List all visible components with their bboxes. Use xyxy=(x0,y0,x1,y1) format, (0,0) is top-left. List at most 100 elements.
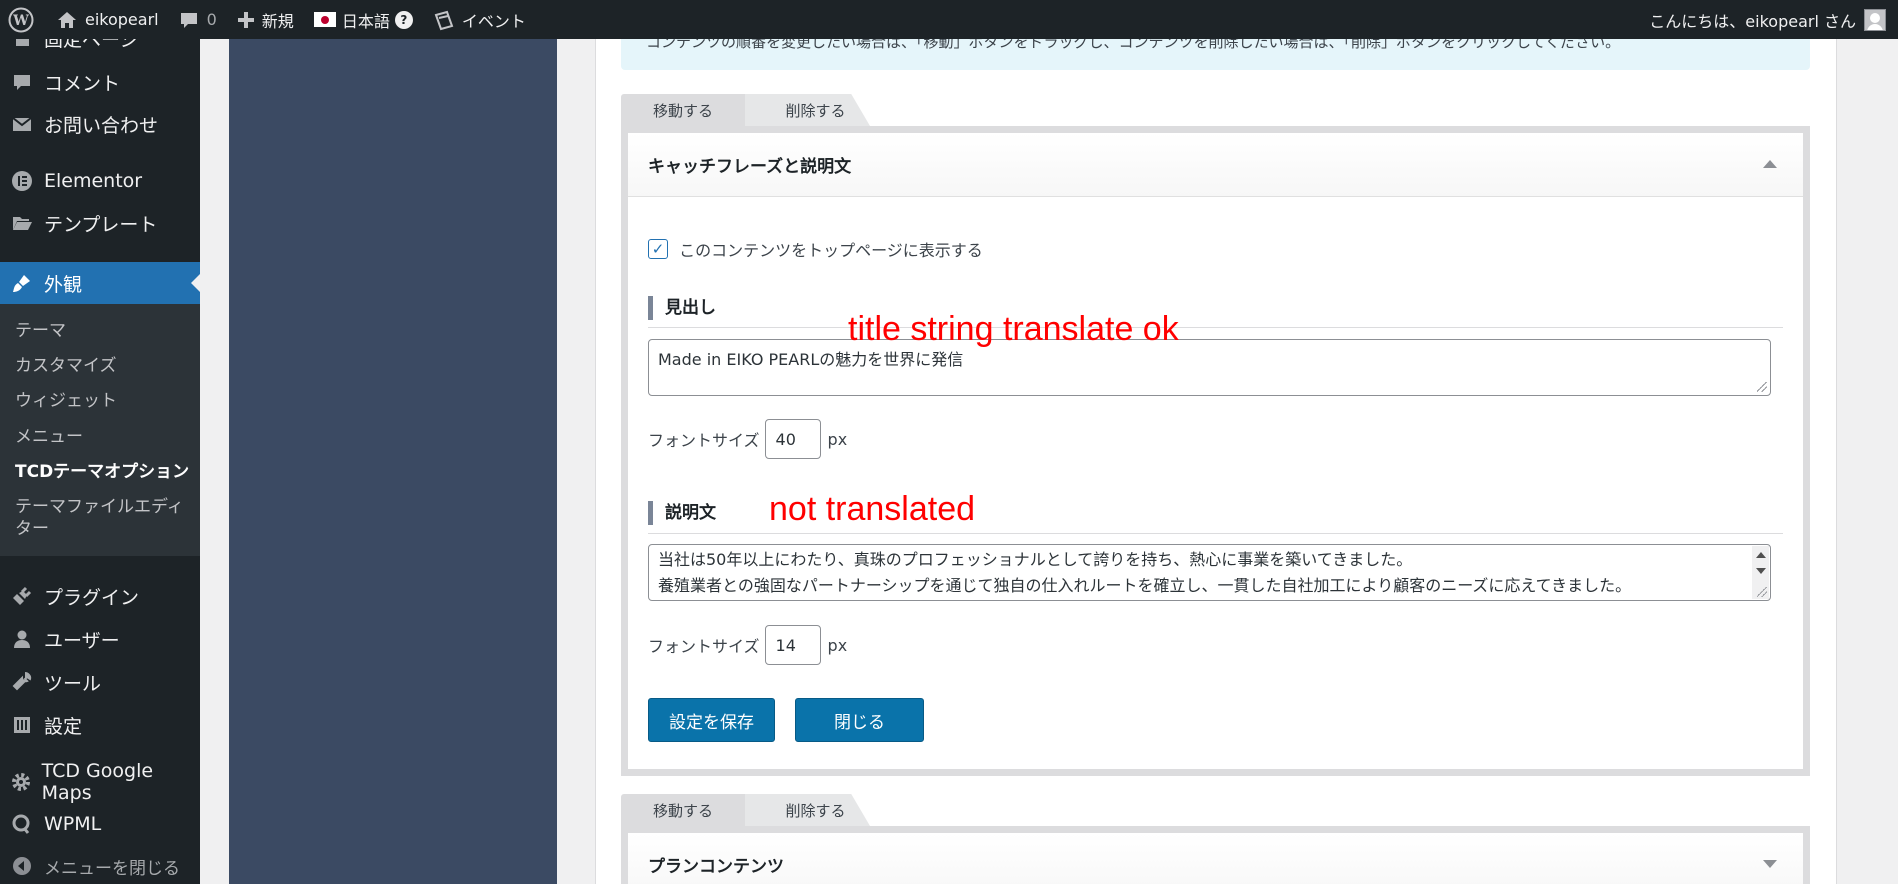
unit-label: px xyxy=(827,429,848,449)
menu-label: ユーザー xyxy=(44,629,120,652)
menu-label: メニューを閉じる xyxy=(44,858,180,879)
menu-item-appearance[interactable]: 外観 xyxy=(0,262,200,304)
submenu-theme[interactable]: テーマ xyxy=(15,320,195,342)
scroll-down-icon[interactable] xyxy=(1756,568,1766,574)
font-size-label: フォントサイズ xyxy=(648,431,760,450)
wordpress-logo-icon: W xyxy=(8,7,34,32)
events-label: イベント xyxy=(461,11,526,31)
user-icon xyxy=(14,630,30,648)
save-settings-button[interactable]: 設定を保存 xyxy=(648,698,775,742)
plan-content-box: プランコンテンツ xyxy=(621,826,1810,884)
description-line-2: 養殖業者との強固なパートナーシップを通じて独自の仕入れルートを確立し、一貫した自… xyxy=(658,576,1632,595)
menu-item-templates[interactable]: テンプレート xyxy=(0,202,200,244)
menu-item-contact[interactable]: お問い合わせ xyxy=(0,103,200,145)
menu-item-elementor[interactable]: Elementor xyxy=(0,160,200,202)
expand-down-icon[interactable] xyxy=(1763,860,1777,868)
site-name: eikopearl xyxy=(85,10,159,29)
theme-options-nav-panel xyxy=(229,39,557,884)
show-on-top-row: ✓ このコンテンツをトップページに表示する xyxy=(648,237,983,261)
collapse-menu-button[interactable]: メニューを閉じる xyxy=(0,845,200,884)
block2-tabs: 移動する 削除する xyxy=(621,794,870,826)
elementor-icon xyxy=(12,171,32,191)
menu-label: TCD Google Maps xyxy=(41,760,154,804)
help-icon: ? xyxy=(394,10,413,29)
japan-flag-icon xyxy=(313,12,336,27)
show-on-top-label: このコンテンツをトップページに表示する xyxy=(679,241,983,260)
language-switcher[interactable]: 日本語 ? xyxy=(304,0,423,39)
plugin-icon xyxy=(13,586,32,605)
box-title: キャッチフレーズと説明文 xyxy=(648,157,852,177)
plan-box-header[interactable]: プランコンテンツ xyxy=(628,833,1803,884)
admin-menu: 固定ページ コメント お問い合わせ Elementor テンプレート 外観 テー… xyxy=(0,39,200,884)
collapse-up-icon[interactable] xyxy=(1763,160,1777,168)
menu-label: コメント xyxy=(44,72,121,95)
comments-link[interactable]: 0 xyxy=(169,0,227,39)
box-title: プランコンテンツ xyxy=(648,857,784,877)
menu-item-fixed-pages[interactable]: 固定ページ xyxy=(0,39,200,59)
divider xyxy=(648,533,1783,534)
menu-item-tools[interactable]: ツール xyxy=(0,661,200,703)
delete-button[interactable]: 削除する xyxy=(745,794,870,826)
catchphrase-box-header[interactable]: キャッチフレーズと説明文 xyxy=(628,133,1803,197)
resize-grip-icon[interactable] xyxy=(1757,382,1767,392)
heading-section-title: 見出し xyxy=(648,296,716,320)
settings-sliders-icon xyxy=(14,717,30,733)
description-textarea[interactable]: 当社は50年以上にわたり、真珠のプロフェッショナルとして誇りを持ち、熱心に事業を… xyxy=(648,544,1771,601)
collapse-arrow-icon xyxy=(13,857,31,875)
heading-font-size-row: フォントサイズ 40 px xyxy=(648,419,847,459)
heading-font-size-input[interactable]: 40 xyxy=(764,419,821,459)
submenu-widgets[interactable]: ウィジェット xyxy=(15,390,195,412)
annotation-title-ok: title string translate ok xyxy=(848,310,1179,348)
paintbrush-icon xyxy=(13,275,30,292)
menu-label: プラグイン xyxy=(44,586,140,609)
menu-item-settings[interactable]: 設定 xyxy=(0,704,200,746)
menu-label: Elementor xyxy=(44,170,143,192)
submenu-menus[interactable]: メニュー xyxy=(15,426,195,448)
info-notice: コンテンツの順番を変更したい場合は、「移動」ボタンをドラッグし、コンテンツを削除… xyxy=(621,39,1810,70)
menu-item-tcd-maps[interactable]: TCD Google Maps xyxy=(0,760,200,804)
show-on-top-checkbox[interactable]: ✓ xyxy=(648,239,668,259)
svg-text:W: W xyxy=(12,13,29,29)
my-account-menu[interactable]: こんにちは、eikopearl さん xyxy=(1649,0,1886,39)
submenu-theme-editor[interactable]: テーマファイルエディター xyxy=(15,496,195,540)
menu-label: 設定 xyxy=(44,715,83,738)
events-calendar-icon xyxy=(434,10,454,30)
admin-bar: W eikopearl 0 新規 日本語 ? イベント こんにちは、eikope… xyxy=(0,0,1898,39)
menu-item-comments[interactable]: コメント xyxy=(0,61,200,103)
comments-count: 0 xyxy=(206,10,217,29)
unit-label: px xyxy=(827,635,848,655)
heading-textarea[interactable]: Made in EIKO PEARLの魅力を世界に発信 xyxy=(648,339,1771,396)
description-font-size-input[interactable]: 14 xyxy=(764,625,821,665)
submenu-tcd-options[interactable]: TCDテーマオプション xyxy=(15,461,195,483)
scroll-up-icon[interactable] xyxy=(1756,552,1766,558)
delete-button[interactable]: 削除する xyxy=(745,94,870,126)
menu-label: 外観 xyxy=(44,273,83,296)
catchphrase-content-box: キャッチフレーズと説明文 ✓ このコンテンツをトップページに表示する 見出し M… xyxy=(621,126,1810,776)
gear-icon xyxy=(11,773,30,791)
new-content-link[interactable]: 新規 xyxy=(227,0,304,39)
resize-grip-icon[interactable] xyxy=(1757,587,1767,597)
close-button[interactable]: 閉じる xyxy=(795,698,924,742)
menu-label: お問い合わせ xyxy=(44,114,159,137)
menu-item-wpml[interactable]: WPML xyxy=(0,803,200,845)
wrench-icon xyxy=(12,672,32,691)
new-label: 新規 xyxy=(261,11,294,31)
menu-label: ツール xyxy=(44,672,102,695)
page-icon xyxy=(16,39,29,46)
menu-item-plugins[interactable]: プラグイン xyxy=(0,575,200,617)
events-link[interactable]: イベント xyxy=(423,0,536,39)
envelope-icon xyxy=(12,117,32,131)
info-text: コンテンツの順番を変更したい場合は、「移動」ボタンをドラッグし、コンテンツを削除… xyxy=(646,39,1621,51)
site-name-link[interactable]: eikopearl xyxy=(46,0,169,39)
submenu-customize[interactable]: カスタマイズ xyxy=(15,355,195,377)
wordpress-logo-button[interactable]: W xyxy=(0,0,46,39)
avatar xyxy=(1864,8,1886,31)
plus-icon xyxy=(237,11,254,28)
move-handle[interactable]: 移動する xyxy=(621,794,745,826)
menu-item-users[interactable]: ユーザー xyxy=(0,618,200,660)
font-size-label: フォントサイズ xyxy=(648,637,760,656)
description-font-size-row: フォントサイズ 14 px xyxy=(648,625,847,665)
move-handle[interactable]: 移動する xyxy=(621,94,745,126)
home-icon xyxy=(58,11,76,28)
description-line-1: 当社は50年以上にわたり、真珠のプロフェッショナルとして誇りを持ち、熱心に事業を… xyxy=(658,550,1413,569)
